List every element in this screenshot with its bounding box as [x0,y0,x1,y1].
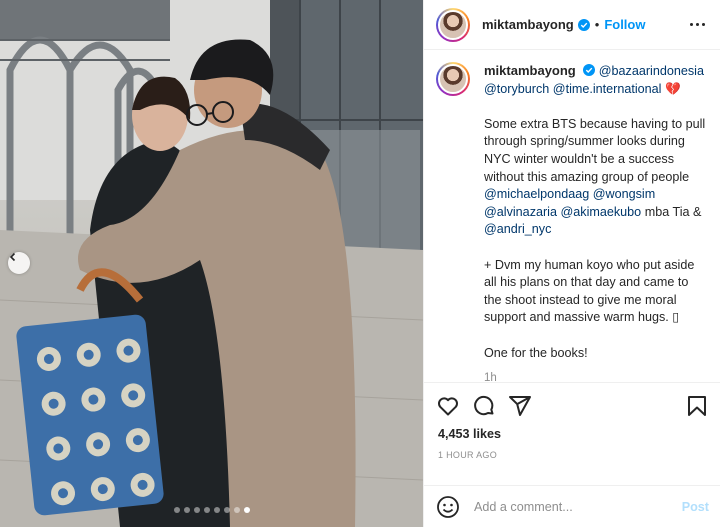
carousel-dot [233,507,240,513]
prev-image-icon [9,252,16,262]
mention-link[interactable]: @time.international [553,82,662,96]
post-side-panel: miktambayong • Follow miktambayong @baza… [423,0,720,527]
prev-image-button[interactable] [8,252,30,274]
mention-link[interactable]: @wongsim [593,187,655,201]
broken-heart-emoji: 💔 [664,81,681,96]
mention-link[interactable]: @toryburch [484,82,549,96]
post-comment-button[interactable]: Post [682,500,709,514]
verified-badge-icon [583,64,596,76]
caption-paragraph: + Dvm my human koyo who put aside all hi… [484,257,695,325]
author-username[interactable]: miktambayong [482,17,574,32]
share-icon[interactable] [508,394,532,418]
comment-icon[interactable] [472,394,496,418]
post-header: miktambayong • Follow [424,0,720,50]
mention-link[interactable]: @andri_nyc [484,222,551,236]
carousel-dot [193,507,200,513]
caption-paragraph: Some extra BTS because having to pull th… [484,116,706,237]
post-photo[interactable] [0,0,423,527]
mention-link[interactable]: @bazaarindonesia [599,64,704,78]
post-age[interactable]: 1 HOUR AGO [424,450,720,460]
emoji-icon[interactable] [436,495,460,519]
follow-button[interactable]: Follow [604,17,645,32]
carousel-indicator [0,507,423,513]
caption-area: miktambayong @bazaarindonesia @toryburch… [424,50,720,384]
mention-link[interactable]: @akimaekubo [561,205,642,219]
bookmark-icon[interactable] [685,394,709,418]
more-options-icon[interactable] [686,19,709,30]
carousel-dot [213,507,220,513]
comment-bar: Post [424,485,720,527]
comment-input[interactable] [474,499,682,514]
caption-paragraph: One for the books! [484,345,588,360]
post-actions: 4,453 likes 1 HOUR AGO [424,382,720,460]
mention-link[interactable]: @alvinazaria [484,205,557,219]
avatar[interactable] [436,7,470,42]
carousel-dot [183,507,190,513]
photo-illustration [0,0,423,527]
carousel-dot [243,507,250,513]
heart-icon[interactable] [436,394,460,418]
like-count[interactable]: 4,453 likes [424,427,720,441]
carousel-dot [223,507,230,513]
carousel-dot [173,507,180,513]
carousel-dot [203,507,210,513]
caption-avatar[interactable] [436,62,470,96]
verified-badge-icon [577,18,590,31]
header-separator: • [594,17,600,32]
mention-link[interactable]: @michaelpondaag [484,187,589,201]
caption-username[interactable]: miktambayong [484,63,576,78]
caption-text: miktambayong @bazaarindonesia @toryburch… [484,62,706,388]
